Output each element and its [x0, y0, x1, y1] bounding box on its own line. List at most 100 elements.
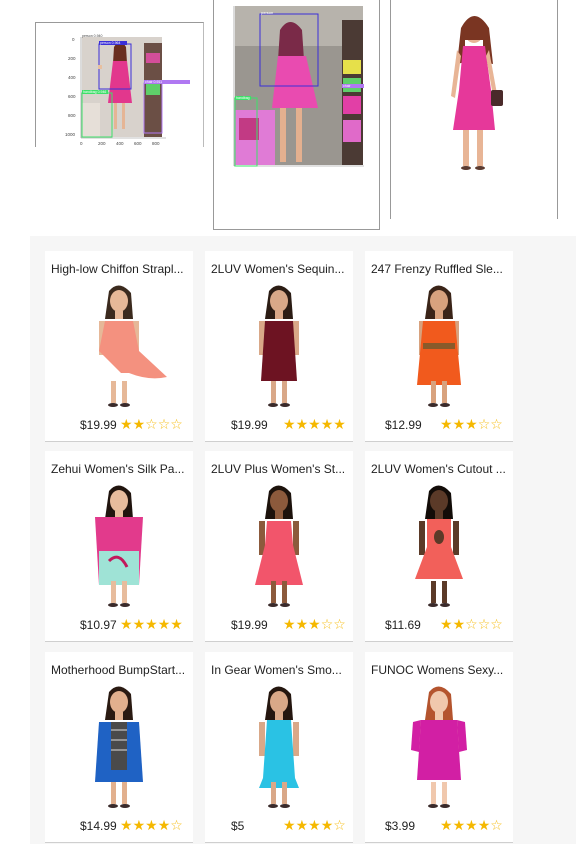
star-filled-icon: ★	[308, 616, 321, 632]
rating-stars: ★★☆☆☆	[440, 616, 503, 633]
star-filled-icon: ★	[308, 817, 321, 833]
product-card[interactable]: 2LUV Women's Sequin... $19.99 ★★★★★	[205, 251, 353, 442]
bbox-label: handbag 0.946	[83, 90, 106, 94]
product-card[interactable]: 2LUV Plus Women's St... $19.99 ★★★☆☆	[205, 451, 353, 642]
star-outline-icon: ☆	[490, 416, 503, 432]
star-filled-icon: ★	[295, 616, 309, 632]
star-filled-icon: ★	[452, 616, 466, 632]
rating-stars: ★★★★☆	[440, 817, 503, 834]
product-title[interactable]: Motherhood BumpStart...	[51, 663, 189, 677]
y-tick: 400	[68, 75, 76, 80]
star-outline-icon: ☆	[157, 416, 171, 432]
x-tick: 0	[80, 141, 83, 146]
bbox-label: person 0.940	[82, 34, 102, 38]
product-card[interactable]: Zehui Women's Silk Pa... $10.97 ★★★★★	[45, 451, 193, 642]
product-title[interactable]: FUNOC Womens Sexy...	[371, 663, 509, 677]
star-filled-icon: ★	[308, 416, 321, 432]
bbox-label: chair 0.911	[145, 80, 162, 84]
product-image[interactable]	[229, 682, 329, 810]
product-title[interactable]: Zehui Women's Silk Pa...	[51, 462, 189, 476]
y-tick: 1000	[65, 132, 76, 137]
star-filled-icon: ★	[170, 616, 183, 632]
rating-stars: ★★★☆☆	[283, 616, 346, 633]
product-card[interactable]: High-low Chiffon Strapl... $19.99 ★★☆☆☆	[45, 251, 193, 442]
product-card[interactable]: 247 Frenzy Ruffled Sle... $12.99 ★★★☆☆	[365, 251, 513, 442]
product-price: $11.69	[385, 618, 421, 632]
star-filled-icon: ★	[157, 616, 171, 632]
model-cutout-image	[451, 16, 503, 170]
star-outline-icon: ☆	[145, 416, 158, 432]
star-filled-icon: ★	[440, 416, 453, 432]
product-card[interactable]: FUNOC Womens Sexy... $3.99 ★★★★☆	[365, 652, 513, 843]
star-filled-icon: ★	[465, 416, 478, 432]
y-tick: 0	[72, 37, 75, 42]
product-card[interactable]: In Gear Women's Smo... $5 ★★★★☆	[205, 652, 353, 843]
product-price: $14.99	[80, 819, 117, 833]
star-filled-icon: ★	[132, 616, 146, 632]
rating-stars: ★★★☆☆	[440, 416, 503, 433]
x-tick: 600	[134, 141, 142, 146]
star-outline-icon: ☆	[477, 616, 491, 632]
rating-stars: ★★★★★	[283, 416, 346, 433]
product-image[interactable]	[389, 481, 489, 609]
star-filled-icon: ★	[295, 817, 309, 833]
product-image[interactable]	[389, 281, 489, 409]
mask-label: handbag	[236, 96, 250, 100]
bbox-label: person 0.964	[100, 41, 120, 45]
detection-figure-small: 0 200 400 600 800 1000 0 200 400 600 800…	[65, 34, 190, 146]
product-image[interactable]	[69, 281, 169, 409]
star-outline-icon: ☆	[320, 616, 334, 632]
product-price: $19.99	[231, 618, 268, 632]
star-filled-icon: ★	[120, 817, 133, 833]
product-title[interactable]: In Gear Women's Smo...	[211, 663, 349, 677]
y-tick: 800	[68, 113, 76, 118]
star-filled-icon: ★	[145, 817, 158, 833]
star-filled-icon: ★	[145, 616, 158, 632]
product-price: $3.99	[385, 819, 416, 833]
x-tick: 200	[98, 141, 106, 146]
star-outline-icon: ☆	[477, 416, 491, 432]
star-outline-icon: ☆	[465, 616, 478, 632]
product-image[interactable]	[389, 682, 489, 810]
rating-stars: ★★☆☆☆	[120, 416, 183, 433]
detection-panel-small: 0 200 400 600 800 1000 0 200 400 600 800…	[35, 22, 204, 147]
product-image[interactable]	[69, 481, 169, 609]
star-filled-icon: ★	[440, 616, 453, 632]
rating-stars: ★★★★☆	[120, 817, 183, 834]
star-filled-icon: ★	[120, 616, 133, 632]
rating-stars: ★★★★☆	[283, 817, 346, 834]
star-filled-icon: ★	[132, 416, 146, 432]
star-filled-icon: ★	[452, 416, 466, 432]
product-image[interactable]	[229, 481, 329, 609]
product-title[interactable]: 2LUV Women's Cutout ...	[371, 462, 509, 476]
star-filled-icon: ★	[452, 817, 466, 833]
product-title[interactable]: High-low Chiffon Strapl...	[51, 262, 189, 276]
star-filled-icon: ★	[132, 817, 146, 833]
product-title[interactable]: 247 Frenzy Ruffled Sle...	[371, 262, 509, 276]
product-card[interactable]: 2LUV Women's Cutout ... $11.69 ★★☆☆☆	[365, 451, 513, 642]
star-filled-icon: ★	[320, 416, 334, 432]
star-filled-icon: ★	[283, 817, 296, 833]
segmentation-panel: person handbag chair	[213, 0, 380, 230]
product-image[interactable]	[69, 682, 169, 810]
star-filled-icon: ★	[440, 817, 453, 833]
star-filled-icon: ★	[477, 817, 491, 833]
product-price: $19.99	[80, 418, 117, 432]
y-tick: 200	[68, 56, 76, 61]
star-outline-icon: ☆	[490, 616, 503, 632]
product-image[interactable]	[229, 281, 329, 409]
x-tick: 800	[152, 141, 160, 146]
product-title[interactable]: 2LUV Plus Women's St...	[211, 462, 349, 476]
product-title[interactable]: 2LUV Women's Sequin...	[211, 262, 349, 276]
x-tick: 400	[116, 141, 124, 146]
segmentation-figure: person handbag chair	[233, 6, 364, 167]
star-outline-icon: ☆	[333, 817, 346, 833]
product-card[interactable]: Motherhood BumpStart... $14.99 ★★★★☆	[45, 652, 193, 843]
product-price: $5	[231, 819, 245, 833]
star-filled-icon: ★	[465, 817, 478, 833]
star-outline-icon: ☆	[170, 416, 183, 432]
product-price: $19.99	[231, 418, 268, 432]
product-price: $10.97	[80, 618, 117, 632]
star-filled-icon: ★	[320, 817, 334, 833]
cutout-panel	[390, 0, 558, 219]
